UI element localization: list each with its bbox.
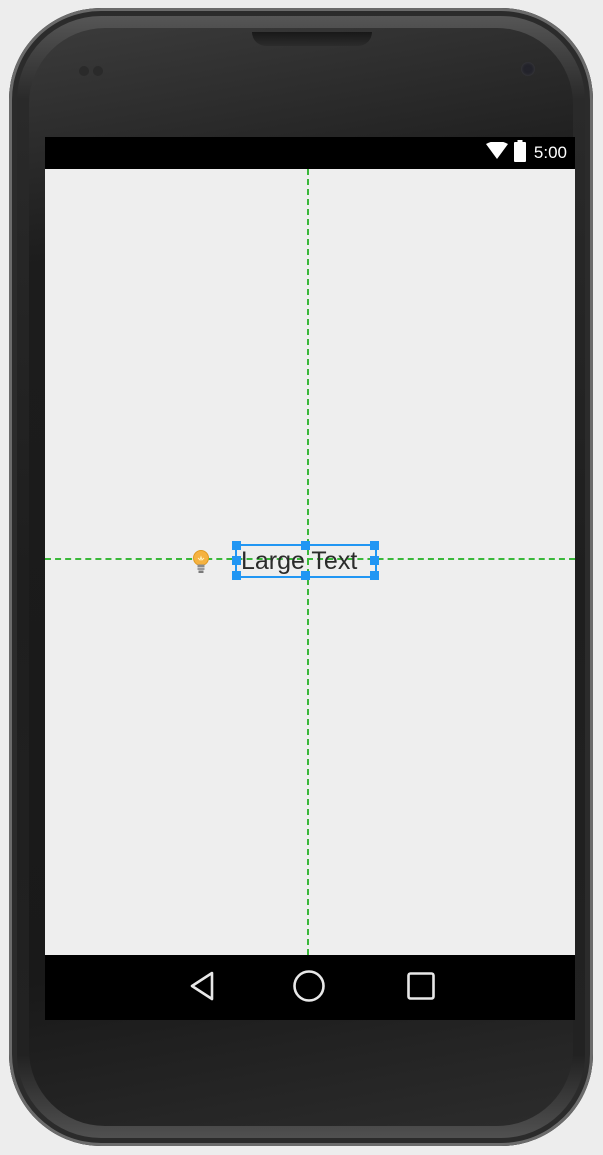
layout-canvas[interactable]: Large Text	[45, 169, 575, 955]
resize-handle-top-left[interactable]	[232, 541, 241, 550]
home-button[interactable]	[289, 969, 329, 1007]
front-camera	[521, 62, 535, 76]
resize-handle-top-right[interactable]	[370, 541, 379, 550]
light-sensor	[93, 66, 103, 76]
proximity-sensor	[79, 66, 89, 76]
status-icons: 5:00	[485, 139, 567, 167]
resize-handle-bottom[interactable]	[301, 571, 310, 580]
back-button[interactable]	[182, 969, 222, 1007]
resize-handle-bottom-left[interactable]	[232, 571, 241, 580]
home-icon	[292, 969, 326, 1008]
large-text-view[interactable]: Large Text	[232, 541, 379, 580]
resize-handle-right[interactable]	[370, 556, 379, 565]
resize-handle-top[interactable]	[301, 541, 310, 550]
recents-icon	[406, 971, 436, 1006]
status-bar: 5:00	[45, 137, 575, 169]
wifi-icon	[485, 140, 508, 165]
battery-icon	[513, 139, 526, 167]
large-text-label: Large Text	[241, 547, 358, 575]
back-icon	[189, 971, 215, 1006]
resize-handle-left[interactable]	[232, 556, 241, 565]
lightbulb-icon[interactable]	[191, 548, 211, 576]
navigation-bar	[45, 955, 575, 1020]
earpiece-speaker	[252, 32, 372, 46]
status-time: 5:00	[533, 143, 567, 162]
resize-handle-bottom-right[interactable]	[370, 571, 379, 580]
device-preview-stage: 5:00 Large Text	[0, 0, 603, 1155]
device-screen: 5:00 Large Text	[45, 137, 575, 1020]
recents-button[interactable]	[401, 969, 441, 1007]
